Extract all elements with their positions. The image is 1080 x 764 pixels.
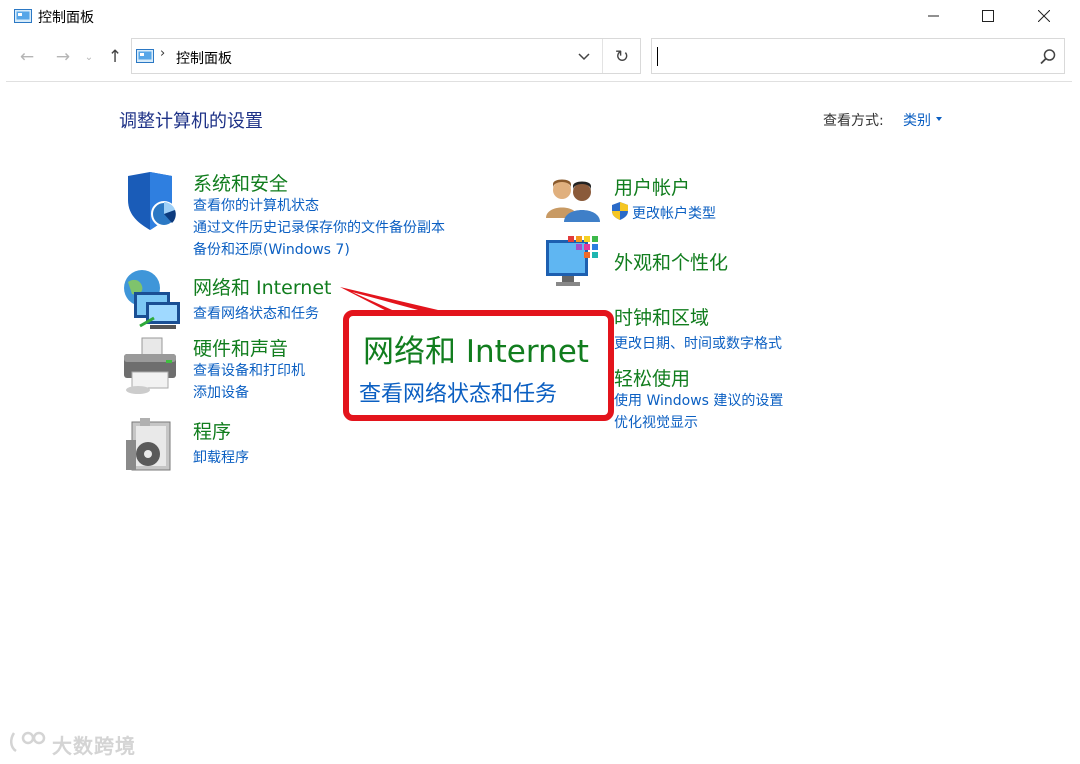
view-by-dropdown[interactable]: 类别 — [903, 110, 931, 130]
network-icon[interactable] — [120, 268, 184, 332]
link-uninstall-program[interactable]: 卸载程序 — [193, 447, 249, 467]
address-bar[interactable]: › 控制面板 ↻ — [131, 38, 641, 74]
printer-icon[interactable] — [120, 334, 184, 398]
back-button[interactable]: ← — [16, 46, 38, 68]
uac-shield-icon — [612, 202, 628, 220]
link-change-account-type[interactable]: 更改帐户类型 — [632, 203, 716, 223]
link-change-date-time-format[interactable]: 更改日期、时间或数字格式 — [614, 333, 782, 353]
callout-box: 网络和 Internet 查看网络状态和任务 — [343, 310, 614, 421]
title-bar: 控制面板 — [0, 0, 1080, 34]
view-by-label: 查看方式: — [823, 113, 884, 129]
category-title-user-accounts[interactable]: 用户帐户 — [614, 173, 690, 200]
appearance-icon[interactable] — [542, 234, 606, 298]
shield-icon[interactable] — [120, 170, 184, 234]
search-input[interactable] — [656, 44, 1016, 68]
link-view-devices-printers[interactable]: 查看设备和打印机 — [193, 360, 305, 380]
address-divider — [602, 39, 603, 73]
category-title-ease-of-access[interactable]: 轻松使用 — [614, 364, 690, 391]
window-title: 控制面板 — [38, 10, 94, 26]
watermark-logo-icon — [10, 731, 46, 753]
maximize-icon — [982, 10, 994, 22]
chevron-down-icon — [578, 53, 590, 61]
minimize-icon — [928, 15, 939, 17]
close-button[interactable] — [1016, 0, 1072, 32]
breadcrumb-separator: › — [160, 46, 166, 61]
category-title-programs[interactable]: 程序 — [193, 417, 231, 444]
link-add-device[interactable]: 添加设备 — [193, 382, 249, 402]
minimize-button[interactable] — [906, 0, 962, 32]
caret-down-icon[interactable] — [936, 117, 942, 121]
users-icon[interactable] — [542, 170, 606, 234]
link-backup-restore[interactable]: 备份和还原(Windows 7) — [193, 239, 350, 259]
control-panel-icon — [136, 49, 154, 63]
page-title: 调整计算机的设置 — [119, 111, 263, 132]
recent-locations-button[interactable]: ⌄ — [82, 46, 96, 68]
navigation-bar: ← → ⌄ ↑ › 控制面板 ↻ — [0, 38, 1080, 76]
search-box[interactable] — [651, 38, 1065, 74]
link-recommended-settings[interactable]: 使用 Windows 建议的设置 — [614, 390, 783, 410]
watermark-text: 大数跨境 — [52, 734, 136, 758]
control-panel-icon — [14, 9, 32, 23]
maximize-button[interactable] — [960, 0, 1016, 32]
callout-title: 网络和 Internet — [363, 334, 589, 370]
up-button[interactable]: ↑ — [104, 46, 126, 68]
refresh-button[interactable]: ↻ — [610, 45, 634, 69]
category-title-hardware-sound[interactable]: 硬件和声音 — [193, 334, 288, 361]
category-title-appearance[interactable]: 外观和个性化 — [614, 248, 728, 275]
link-view-network-status[interactable]: 查看网络状态和任务 — [193, 303, 319, 323]
callout-link: 查看网络状态和任务 — [359, 382, 558, 407]
category-title-clock-region[interactable]: 时钟和区域 — [614, 303, 709, 330]
link-file-history-backup[interactable]: 通过文件历史记录保存你的文件备份副本 — [193, 217, 445, 237]
search-icon[interactable] — [1038, 47, 1058, 67]
breadcrumb-control-panel[interactable]: 控制面板 — [176, 48, 232, 68]
toolbar-divider — [6, 81, 1072, 82]
close-icon — [1038, 10, 1050, 22]
link-view-computer-status[interactable]: 查看你的计算机状态 — [193, 195, 319, 215]
category-title-system-security[interactable]: 系统和安全 — [193, 169, 288, 196]
programs-icon[interactable] — [120, 414, 184, 478]
link-optimize-visual-display[interactable]: 优化视觉显示 — [614, 412, 698, 432]
address-dropdown-button[interactable] — [574, 47, 594, 67]
forward-button[interactable]: → — [52, 46, 74, 68]
category-title-network-internet[interactable]: 网络和 Internet — [193, 273, 331, 300]
